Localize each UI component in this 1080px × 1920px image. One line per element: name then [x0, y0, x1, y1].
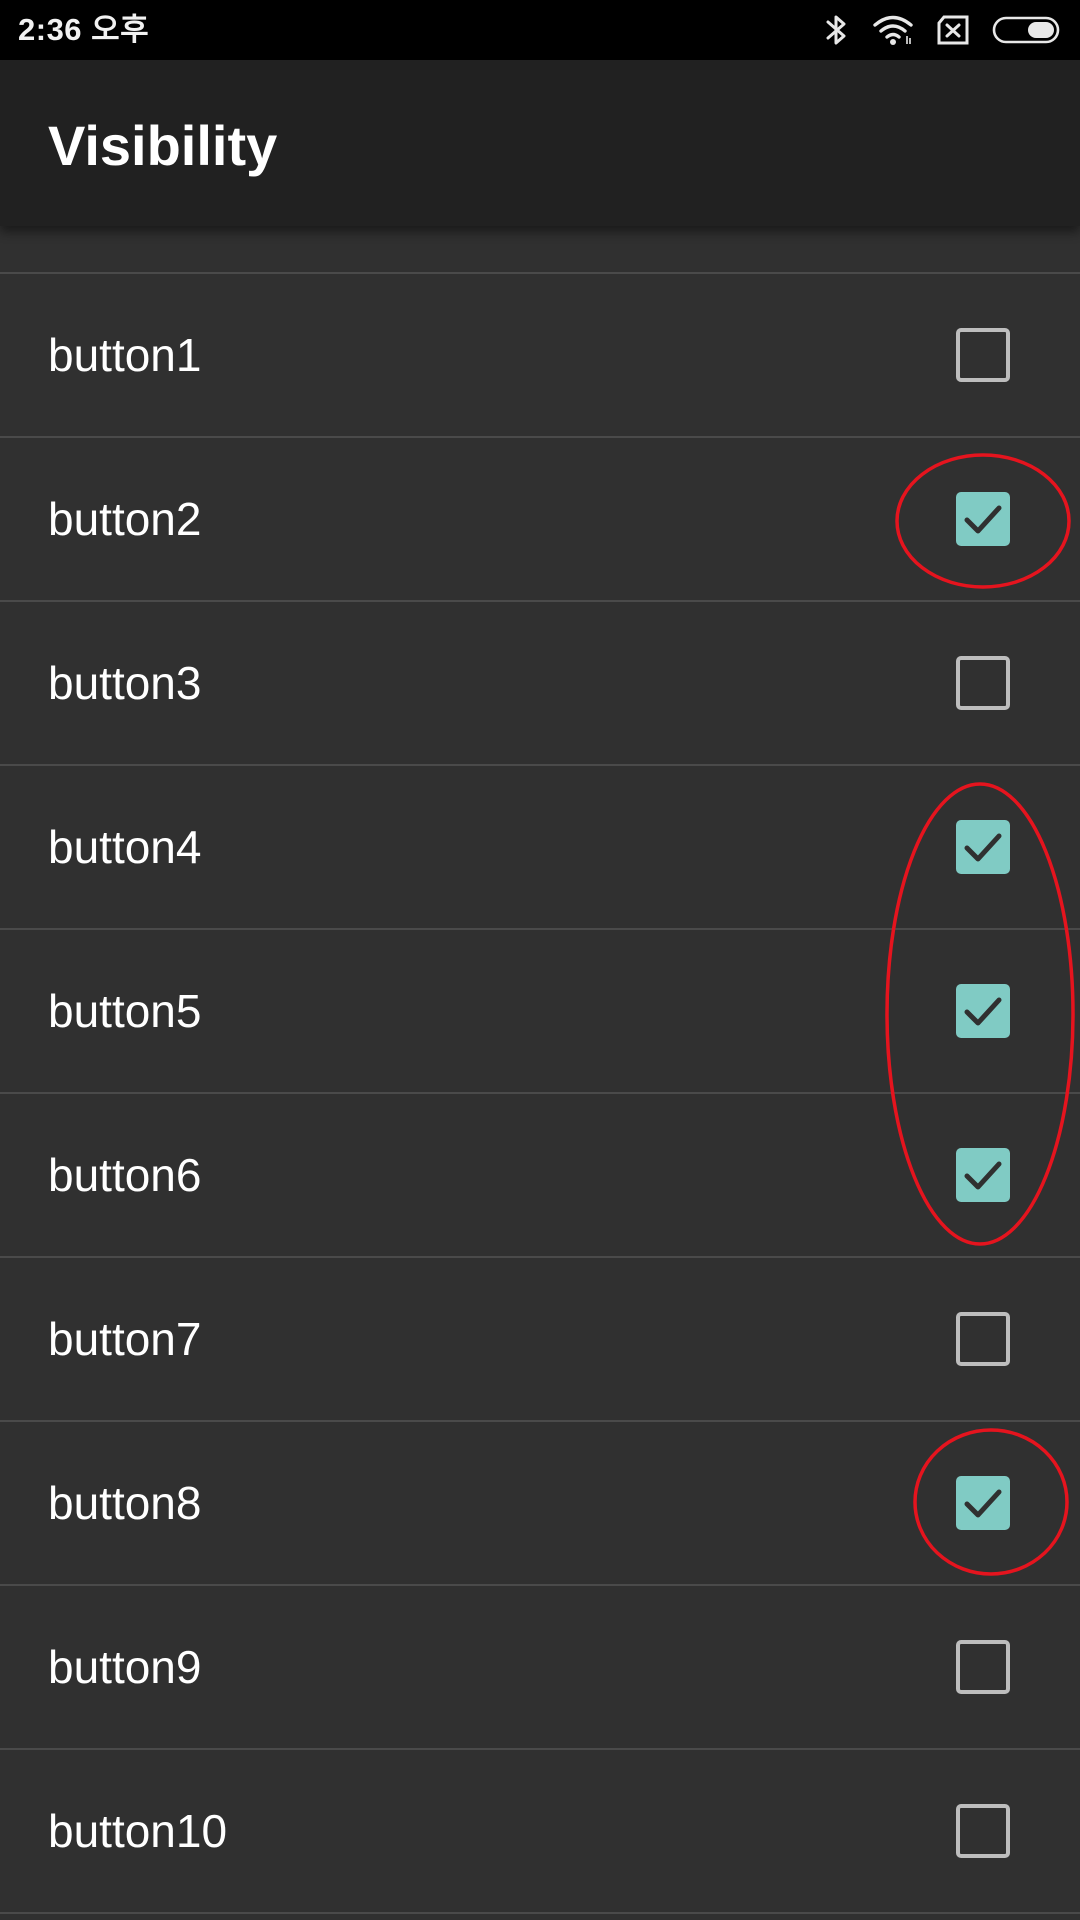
- visibility-checkbox[interactable]: [956, 656, 1010, 710]
- check-icon: [964, 1161, 1002, 1190]
- visibility-checkbox[interactable]: [956, 1640, 1010, 1694]
- no-sim-icon: [937, 15, 969, 45]
- visibility-checkbox[interactable]: [956, 820, 1010, 874]
- app-screen: 2:36 오후 Visibility button1 button2 butto…: [0, 0, 1080, 1920]
- visibility-checkbox[interactable]: [956, 1476, 1010, 1530]
- list-item[interactable]: button8: [0, 1422, 1080, 1586]
- status-time: 2:36 오후: [18, 12, 150, 47]
- visibility-checkbox[interactable]: [956, 984, 1010, 1038]
- page-title: Visibility: [48, 114, 278, 177]
- wifi-icon: [873, 15, 913, 45]
- check-icon: [964, 833, 1002, 862]
- list-item[interactable]: button10: [0, 1750, 1080, 1914]
- list-item-label: button3: [48, 657, 202, 709]
- check-icon: [964, 1489, 1002, 1518]
- list-item-label: button4: [48, 821, 202, 873]
- battery-icon: [992, 16, 1060, 44]
- list-item[interactable]: button5: [0, 930, 1080, 1094]
- list-item[interactable]: button9: [0, 1586, 1080, 1750]
- list-item-label: button8: [48, 1477, 202, 1529]
- list-item[interactable]: button1: [0, 274, 1080, 438]
- list-item-label: button1: [48, 329, 202, 381]
- list-item[interactable]: button2: [0, 438, 1080, 602]
- list-item-label: button7: [48, 1313, 202, 1365]
- list-item[interactable]: button4: [0, 766, 1080, 930]
- list-item-label: button2: [48, 493, 202, 545]
- list-item[interactable]: button6: [0, 1094, 1080, 1258]
- list-item-label: button5: [48, 985, 202, 1037]
- list-item-label: button6: [48, 1149, 202, 1201]
- list-item[interactable]: button3: [0, 602, 1080, 766]
- visibility-checkbox[interactable]: [956, 328, 1010, 382]
- visibility-checkbox[interactable]: [956, 1804, 1010, 1858]
- check-icon: [964, 505, 1002, 534]
- status-bar: 2:36 오후: [0, 0, 1080, 60]
- check-icon: [964, 997, 1002, 1026]
- visibility-list[interactable]: button1 button2 button3 button4 button5 butto…: [0, 226, 1080, 1920]
- list-top-divider: [0, 226, 1080, 274]
- bluetooth-icon: [826, 15, 846, 45]
- visibility-checkbox[interactable]: [956, 1148, 1010, 1202]
- list-item[interactable]: button7: [0, 1258, 1080, 1422]
- visibility-checkbox[interactable]: [956, 492, 1010, 546]
- app-bar: Visibility: [0, 60, 1080, 226]
- list-item-label: button10: [48, 1805, 228, 1857]
- visibility-checkbox[interactable]: [956, 1312, 1010, 1366]
- status-icons: [824, 0, 1064, 60]
- list-item-label: button9: [48, 1641, 202, 1693]
